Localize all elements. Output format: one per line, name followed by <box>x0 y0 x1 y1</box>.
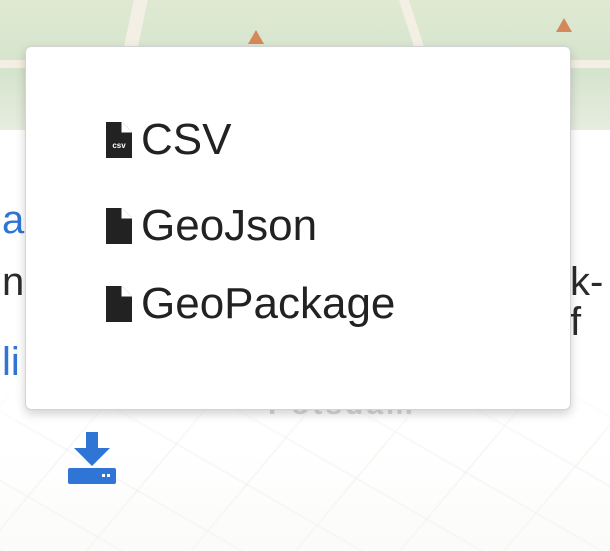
background-text-fragment: k-f <box>570 260 604 344</box>
download-button[interactable] <box>64 432 120 486</box>
background-text-fragment: n <box>2 260 25 304</box>
csv-icon-text: csv <box>112 141 126 150</box>
file-icon <box>106 208 132 244</box>
file-icon <box>106 286 132 322</box>
export-format-menu: csv CSV GeoJson GeoPackage <box>25 46 571 410</box>
file-csv-icon: csv <box>106 122 132 158</box>
download-icon <box>68 432 116 484</box>
menu-item-label: GeoPackage <box>141 279 396 328</box>
menu-item-geojson[interactable]: GeoJson <box>106 195 317 257</box>
menu-item-geopackage[interactable]: GeoPackage <box>106 273 395 335</box>
menu-item-label: GeoJson <box>141 201 318 250</box>
menu-item-csv[interactable]: csv CSV <box>106 109 231 171</box>
map-marker-icon <box>556 18 572 32</box>
background-text-fragment: a <box>2 198 25 242</box>
map-marker-icon <box>248 30 264 44</box>
menu-item-label: CSV <box>141 115 232 164</box>
background-link-fragment[interactable]: li <box>2 342 20 382</box>
